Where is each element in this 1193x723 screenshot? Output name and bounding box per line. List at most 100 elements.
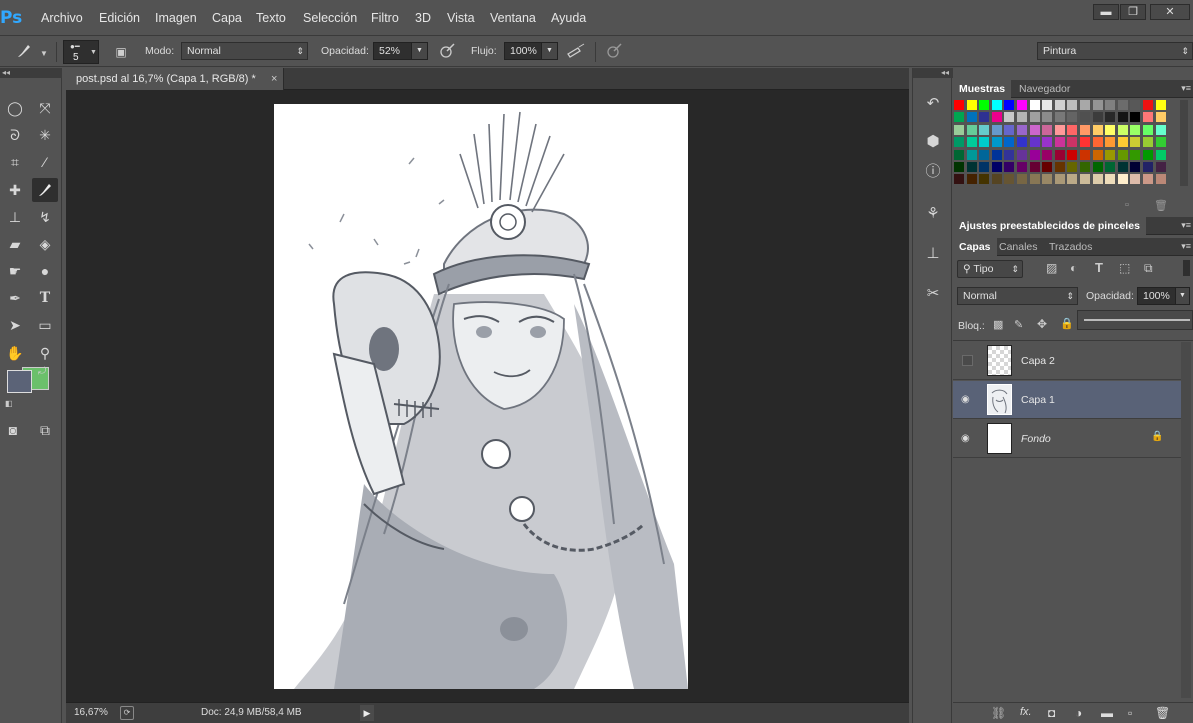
color-swatch[interactable] <box>966 174 977 185</box>
document-tab[interactable]: post.psd al 16,7% (Capa 1, RGB/8) * × <box>66 68 284 90</box>
filter-smart-object-icon[interactable]: ⧉ <box>1144 261 1153 276</box>
color-swatch[interactable] <box>1017 124 1027 135</box>
color-swatch[interactable] <box>1042 100 1053 110</box>
layer-name[interactable]: Fondo <box>1021 433 1051 445</box>
color-swatch[interactable] <box>1105 100 1116 110</box>
type-icon[interactable]: T <box>32 286 58 310</box>
color-swatch[interactable] <box>1155 162 1166 172</box>
color-swatch[interactable] <box>1004 124 1015 135</box>
color-swatch[interactable] <box>1105 174 1116 185</box>
color-swatch[interactable] <box>1092 137 1103 148</box>
layer-opacity-field[interactable]: 100% ▼ <box>1137 287 1190 305</box>
eyedropper-icon[interactable]: ⁄ <box>32 150 58 174</box>
zoom-icon[interactable]: ⚲ <box>32 341 58 365</box>
color-swatch[interactable] <box>991 137 1002 148</box>
menu-capa[interactable]: Capa <box>212 11 242 25</box>
lasso-icon[interactable]: ᘐ <box>2 123 28 147</box>
color-swatch[interactable] <box>1092 174 1103 185</box>
color-swatch[interactable] <box>1054 100 1065 110</box>
color-swatch[interactable] <box>1029 124 1040 135</box>
color-swatch[interactable] <box>1143 112 1153 123</box>
color-swatch[interactable] <box>991 112 1002 123</box>
menu-filtro[interactable]: Filtro <box>371 11 399 25</box>
color-swatch[interactable] <box>1017 174 1027 185</box>
color-swatch[interactable] <box>1017 149 1027 160</box>
layer-filter-select[interactable]: ⚲ Tipo ⇕ <box>957 260 1023 278</box>
color-swatch[interactable] <box>1017 137 1027 148</box>
layer-name[interactable]: Capa 1 <box>1021 394 1055 406</box>
menu-vista[interactable]: Vista <box>447 11 475 25</box>
export-icon[interactable]: ⟳ <box>120 706 134 720</box>
color-swatch[interactable] <box>1017 100 1027 110</box>
color-swatch[interactable] <box>1105 124 1116 135</box>
color-swatch[interactable] <box>1054 137 1065 148</box>
color-swatch[interactable] <box>954 149 964 160</box>
color-swatch[interactable] <box>1143 149 1153 160</box>
color-swatch[interactable] <box>1130 100 1141 110</box>
color-swatch[interactable] <box>1080 149 1090 160</box>
quick-mask-icon[interactable]: ◙ <box>0 418 26 442</box>
color-swatch[interactable] <box>1054 124 1065 135</box>
panel-menu-icon[interactable]: ▾≡ <box>1181 241 1191 252</box>
color-swatch[interactable] <box>991 149 1002 160</box>
menu-texto[interactable]: Texto <box>256 11 286 25</box>
color-swatch[interactable] <box>1080 137 1090 148</box>
fx-icon[interactable]: fx. <box>1020 706 1032 718</box>
color-swatch[interactable] <box>1017 162 1027 172</box>
collapse-icon[interactable]: ◂◂ <box>913 68 953 78</box>
color-swatch[interactable] <box>1029 162 1040 172</box>
color-swatch[interactable] <box>1105 149 1116 160</box>
restore-button[interactable]: ❐ <box>1120 4 1146 20</box>
color-swatch[interactable] <box>1067 149 1078 160</box>
color-swatch[interactable] <box>1143 162 1153 172</box>
filter-type-icon[interactable]: T <box>1095 260 1103 275</box>
trash-icon[interactable]: 🗑 <box>1155 706 1170 720</box>
ellipse-marquee-icon[interactable]: ◯ <box>2 96 28 120</box>
color-swatch[interactable] <box>1029 149 1040 160</box>
color-swatch[interactable] <box>954 100 964 110</box>
color-swatch[interactable] <box>1054 162 1065 172</box>
color-swatch[interactable] <box>1080 174 1090 185</box>
color-swatch[interactable] <box>979 174 990 185</box>
color-swatch[interactable] <box>1130 137 1141 148</box>
color-swatch[interactable] <box>966 112 977 123</box>
tab-navigator[interactable]: Navegador <box>1013 80 1076 98</box>
color-swatch[interactable] <box>1080 112 1090 123</box>
path-selection-icon[interactable]: ➤ <box>2 313 28 337</box>
color-swatch[interactable] <box>1004 112 1015 123</box>
menu-ventana[interactable]: Ventana <box>490 11 536 25</box>
color-swatch[interactable] <box>979 112 990 123</box>
layers-scrollbar[interactable] <box>1181 342 1191 698</box>
menu-archivo[interactable]: Archivo <box>41 11 83 25</box>
magic-wand-icon[interactable]: ✳ <box>32 123 58 147</box>
color-swatch[interactable] <box>1067 174 1078 185</box>
flow-field[interactable]: 100% ▼ <box>504 42 558 60</box>
tab-layers[interactable]: Capas <box>953 238 997 256</box>
info-panel-icon[interactable]: ⓘ <box>921 160 945 184</box>
tab-brush-presets[interactable]: Ajustes preestablecidos de pinceles <box>953 217 1146 235</box>
zoom-readout[interactable]: 16,67% <box>74 707 108 718</box>
adjustment-layer-icon[interactable]: ◑ <box>1075 706 1082 720</box>
minimize-button[interactable]: ▬ <box>1093 4 1119 20</box>
clone-stamp-icon[interactable]: ⊥ <box>2 205 28 229</box>
healing-brush-icon[interactable]: ✚ <box>2 178 28 202</box>
canvas[interactable] <box>274 104 688 689</box>
tab-paths[interactable]: Trazados <box>1043 238 1098 256</box>
color-swatch[interactable] <box>1143 174 1153 185</box>
layer-row-selected[interactable]: ◉ Capa 1 <box>953 381 1181 419</box>
opacity-field[interactable]: 52% ▼ <box>373 42 428 60</box>
color-swatch[interactable] <box>966 137 977 148</box>
color-swatch[interactable] <box>954 112 964 123</box>
group-folder-icon[interactable]: ▬ <box>1101 706 1113 720</box>
close-button[interactable]: ✕ <box>1150 4 1190 20</box>
color-swatch[interactable] <box>1042 137 1053 148</box>
color-swatch[interactable] <box>991 100 1002 110</box>
brush-panel-icon[interactable]: ⚘ <box>921 202 945 226</box>
close-icon[interactable]: × <box>271 68 277 90</box>
color-swatch[interactable] <box>1054 174 1065 185</box>
color-swatch[interactable] <box>1067 112 1078 123</box>
color-swatch[interactable] <box>1155 112 1166 123</box>
lock-all-icon[interactable]: 🔒 <box>1060 317 1074 330</box>
panel-menu-icon[interactable]: ▾≡ <box>1181 220 1191 231</box>
color-swatch[interactable] <box>1143 124 1153 135</box>
